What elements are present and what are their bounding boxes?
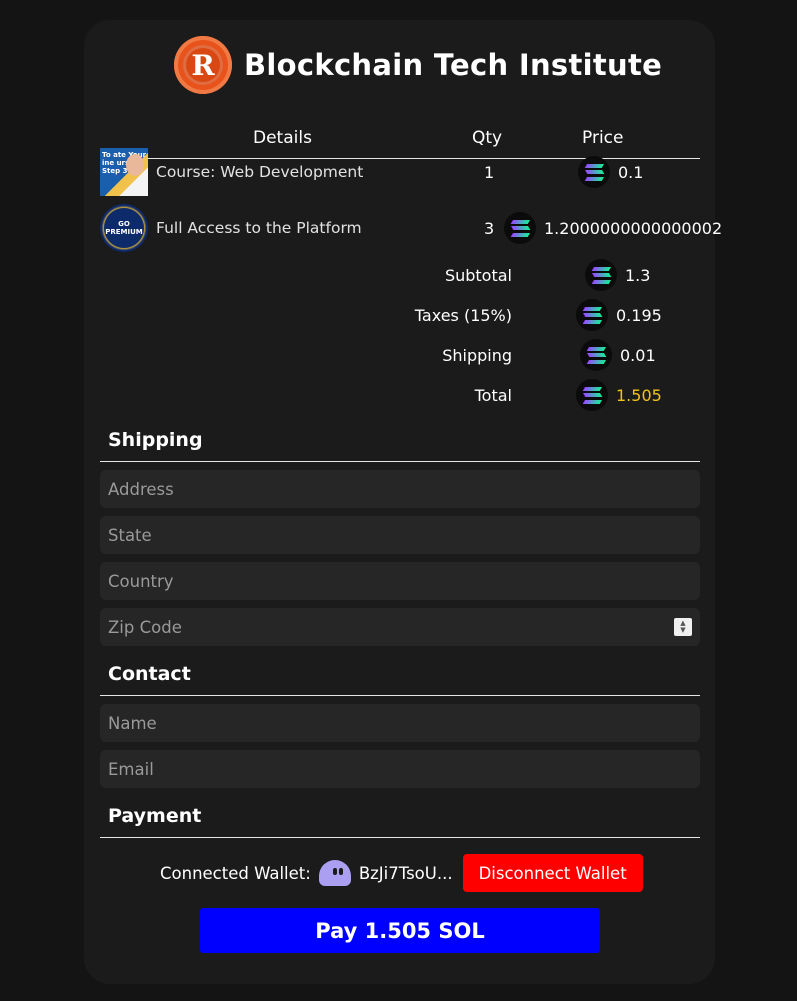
shipping-cost-value: 0.01	[620, 346, 656, 365]
rust-logo-icon: R	[174, 36, 232, 94]
address-input[interactable]	[100, 470, 700, 508]
payment-divider	[100, 837, 700, 838]
solana-icon	[504, 212, 536, 244]
column-header-details: Details	[253, 128, 312, 148]
header: R Blockchain Tech Institute	[174, 36, 662, 94]
pay-button[interactable]: Pay 1.505 SOL	[200, 908, 600, 953]
email-input[interactable]	[100, 750, 700, 788]
item-qty: 1	[484, 163, 495, 182]
premium-badge-text: GO PREMIUM	[105, 220, 143, 236]
solana-icon	[585, 259, 617, 291]
taxes-value: 0.195	[616, 306, 662, 325]
payment-section-title: Payment	[108, 805, 202, 827]
name-input[interactable]	[100, 704, 700, 742]
contact-divider	[100, 695, 700, 696]
phantom-ghost-icon	[318, 860, 351, 886]
column-header-qty: Qty	[472, 128, 503, 148]
checkout-card: R Blockchain Tech Institute Details Qty …	[84, 20, 722, 984]
item-price: 0.1	[618, 163, 644, 182]
state-input[interactable]	[100, 516, 700, 554]
page-title: Blockchain Tech Institute	[244, 48, 663, 82]
country-input[interactable]	[100, 562, 700, 600]
subtotal-label: Subtotal	[444, 266, 512, 285]
zip-code-input[interactable]	[100, 608, 700, 646]
disconnect-wallet-button[interactable]: Disconnect Wallet	[462, 854, 643, 892]
table-header-divider	[100, 158, 700, 159]
solana-icon	[576, 299, 608, 331]
column-header-price: Price	[582, 128, 624, 148]
wallet-row: Connected Wallet: BzJi7TsoU... Disconnec…	[160, 854, 643, 892]
shipping-cost-label: Shipping	[442, 346, 512, 365]
item-name: Full Access to the Platform	[156, 219, 362, 237]
shipping-divider	[100, 461, 700, 462]
item-name: Course: Web Development	[156, 163, 364, 181]
zip-stepper-icon[interactable]: ▲ ▼	[674, 618, 692, 636]
solana-icon	[580, 339, 612, 371]
logo-letter: R	[183, 45, 223, 85]
premium-badge-thumbnail: GO PREMIUM	[100, 204, 148, 252]
total-value: 1.505	[616, 386, 662, 405]
instructor-face	[126, 154, 144, 176]
total-label: Total	[474, 386, 512, 405]
solana-icon	[576, 379, 608, 411]
taxes-label: Taxes (15%)	[414, 306, 512, 325]
shipping-section-title: Shipping	[108, 429, 203, 451]
wallet-address: BzJi7TsoU...	[358, 863, 453, 883]
item-price: 1.2000000000000002	[544, 219, 723, 238]
wallet-label: Connected Wallet:	[160, 863, 311, 883]
solana-icon	[578, 156, 610, 188]
item-qty: 3	[484, 219, 495, 238]
subtotal-value: 1.3	[625, 266, 651, 285]
course-thumbnail: To ate Your ine urse Step 3	[100, 148, 148, 196]
contact-section-title: Contact	[108, 663, 191, 685]
